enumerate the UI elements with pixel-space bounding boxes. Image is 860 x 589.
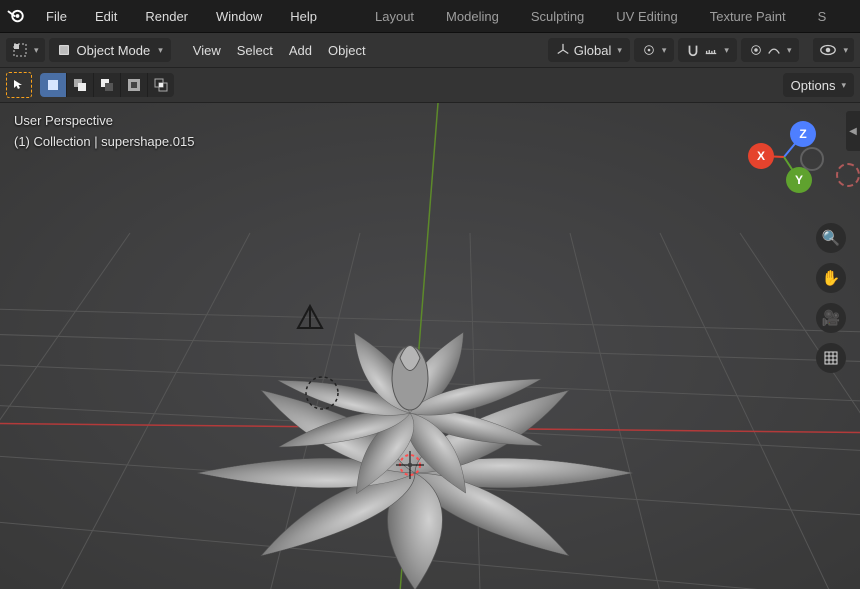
magnify-icon: 🔍 (822, 229, 841, 247)
blender-logo-icon (0, 0, 32, 32)
header-menu-add[interactable]: Add (283, 38, 318, 62)
header-menu-object[interactable]: Object (322, 38, 372, 62)
gizmo-axis-y[interactable]: Y (786, 167, 812, 193)
workspace-tab-shading[interactable]: S (802, 3, 827, 30)
perspective-toggle-button[interactable] (816, 343, 846, 373)
pan-button[interactable]: ✋ (816, 263, 846, 293)
orientation-label: Global (574, 43, 612, 58)
gizmo-neg-x[interactable] (836, 163, 860, 187)
menu-help[interactable]: Help (276, 3, 331, 30)
viewport-scene (0, 103, 860, 589)
viewport-visibility-dropdown[interactable]: ▾ (813, 38, 854, 62)
select-mode-subtract[interactable] (94, 73, 121, 97)
nav-gizmo[interactable]: Z X Y (748, 121, 820, 193)
options-label: Options (791, 78, 836, 93)
gizmo-axis-z[interactable]: Z (790, 121, 816, 147)
snap-toggle[interactable]: ▾ (678, 38, 737, 62)
header-menu-view[interactable]: View (187, 38, 227, 62)
select-mode-extend[interactable] (67, 73, 94, 97)
menu-render[interactable]: Render (131, 3, 202, 30)
object-mode-icon (57, 43, 71, 57)
menu-file[interactable]: File (32, 3, 81, 30)
top-menu-bar: File Edit Render Window Help Layout Mode… (0, 0, 860, 33)
camera-icon: 🎥 (822, 309, 841, 327)
pivot-point-dropdown[interactable]: ▾ (634, 38, 675, 62)
workspace-tab-uvediting[interactable]: UV Editing (600, 3, 693, 30)
editor-type-button[interactable]: ▾ (6, 38, 45, 62)
gizmo-neg-axis[interactable] (800, 147, 824, 171)
viewport-side-buttons: 🔍 ✋ 🎥 (816, 223, 846, 373)
viewport-3d[interactable]: User Perspective (1) Collection | supers… (0, 103, 860, 589)
menu-window[interactable]: Window (202, 3, 276, 30)
camera-view-button[interactable]: 🎥 (816, 303, 846, 333)
axes-icon (556, 43, 570, 57)
header-menu-select[interactable]: Select (231, 38, 279, 62)
falloff-icon (767, 43, 781, 57)
viewport-info-overlay: User Perspective (1) Collection | supers… (14, 111, 194, 153)
workspace-tab-layout[interactable]: Layout (359, 3, 430, 30)
select-tools-row: Options ▾ (0, 68, 860, 103)
view-name: User Perspective (14, 111, 194, 132)
select-mode-group (40, 73, 174, 97)
select-mode-invert[interactable] (121, 73, 148, 97)
hand-icon: ✋ (822, 269, 841, 287)
select-mode-set[interactable] (40, 73, 67, 97)
transform-orientation-dropdown[interactable]: Global ▾ (548, 38, 630, 62)
menu-edit[interactable]: Edit (81, 3, 131, 30)
select-mode-intersect[interactable] (148, 73, 174, 97)
viewport-header: ▾ Object Mode ▾ View Select Add Object G… (0, 33, 860, 68)
select-tool-button[interactable] (6, 72, 32, 98)
workspace-tab-texturepaint[interactable]: Texture Paint (694, 3, 802, 30)
workspace-tab-modeling[interactable]: Modeling (430, 3, 515, 30)
proportional-edit-toggle[interactable]: ▾ (741, 38, 800, 62)
workspace-tab-sculpting[interactable]: Sculpting (515, 3, 600, 30)
sidebar-toggle[interactable]: ◀ (846, 111, 860, 151)
mode-label: Object Mode (77, 43, 151, 58)
mode-dropdown[interactable]: Object Mode ▾ (49, 38, 171, 62)
options-dropdown[interactable]: Options ▾ (783, 73, 854, 97)
active-object-label: (1) Collection | supershape.015 (14, 132, 194, 153)
zoom-button[interactable]: 🔍 (816, 223, 846, 253)
snap-increment-icon (704, 43, 718, 57)
gizmo-axis-x[interactable]: X (748, 143, 774, 169)
